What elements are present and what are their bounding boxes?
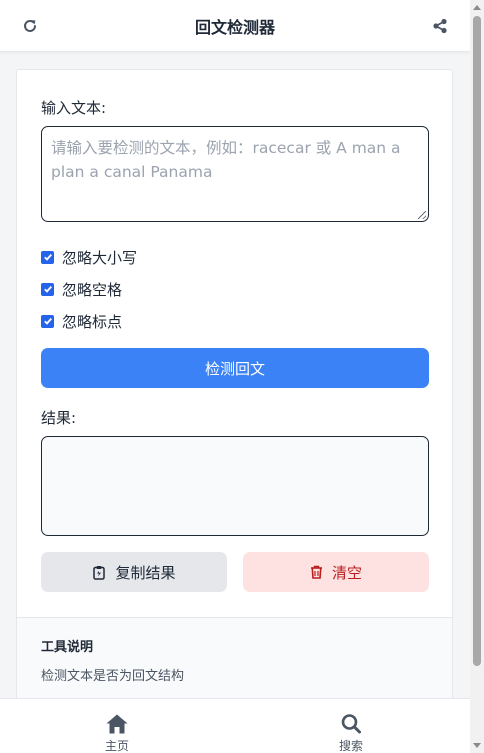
detect-button[interactable]: 检测回文	[41, 348, 429, 388]
refresh-icon	[24, 19, 36, 32]
trash-icon	[310, 565, 322, 579]
bottom-nav: 主页 搜索	[0, 698, 470, 753]
share-icon	[433, 18, 447, 34]
result-label: 结果:	[41, 409, 77, 427]
text-input-placeholder: 请输入要检测的文本，例如：racecar 或 A man a plan a ca…	[51, 139, 401, 181]
result-output	[41, 436, 429, 536]
copy-result-button[interactable]: 复制结果	[41, 552, 227, 592]
option-label: 忽略空格	[62, 280, 123, 299]
nav-label-home: 主页	[104, 739, 129, 753]
option-label: 忽略标点	[62, 312, 123, 331]
option-ignore-case[interactable]: 忽略大小写	[41, 247, 137, 267]
checkbox-ignore-spaces[interactable]	[41, 282, 54, 296]
text-input[interactable]: 请输入要检测的文本，例如：racecar 或 A man a plan a ca…	[41, 126, 429, 222]
clipboard-icon	[93, 565, 106, 580]
page-title: 回文检测器	[194, 17, 275, 37]
checkmark-icon	[43, 285, 52, 293]
copy-button-label: 复制结果	[115, 563, 176, 582]
resize-handle[interactable]	[418, 211, 426, 219]
option-ignore-punctuation[interactable]: 忽略标点	[41, 311, 122, 331]
app: 回文检测器 输入文本: 请输入要检测的文本，例如：racecar 或 A man…	[0, 0, 484, 753]
app-header: 回文检测器	[0, 0, 470, 52]
scroll-thumb[interactable]	[473, 16, 481, 666]
clear-button[interactable]: 清空	[243, 552, 429, 592]
checkmark-icon	[43, 317, 52, 325]
option-ignore-spaces[interactable]: 忽略空格	[41, 279, 122, 299]
option-label: 忽略大小写	[62, 248, 138, 267]
share-button[interactable]	[428, 14, 452, 38]
nav-item-search[interactable]: 搜索	[311, 699, 391, 753]
home-icon	[106, 714, 128, 734]
nav-label-search: 搜索	[338, 739, 363, 753]
info-description: 检测文本是否为回文结构	[41, 669, 185, 684]
clear-button-label: 清空	[331, 563, 362, 582]
checkbox-ignore-case[interactable]	[41, 250, 54, 264]
scroll-up-arrow[interactable]	[473, 5, 481, 10]
palindrome-card: 输入文本: 请输入要检测的文本，例如：racecar 或 A man a pla…	[16, 69, 453, 709]
tool-info: 工具说明 检测文本是否为回文结构	[17, 617, 452, 709]
refresh-button[interactable]	[18, 14, 42, 38]
checkmark-icon	[43, 253, 52, 261]
nav-item-home[interactable]: 主页	[77, 699, 157, 753]
checkbox-ignore-punctuation[interactable]	[41, 314, 54, 328]
scroll-down-arrow[interactable]	[473, 743, 481, 748]
info-heading: 工具说明	[41, 640, 94, 655]
search-icon	[341, 714, 361, 734]
input-label: 输入文本:	[41, 99, 107, 117]
page-scrollbar[interactable]	[470, 0, 484, 753]
